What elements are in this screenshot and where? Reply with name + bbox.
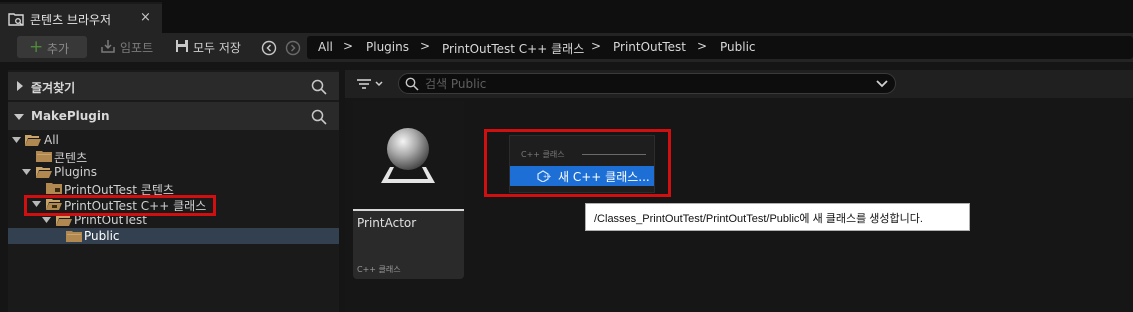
asset-name: PrintActor	[357, 216, 417, 230]
tab-label: 콘텐츠 브라우저	[30, 13, 112, 27]
breadcrumb-item[interactable]: Plugins	[366, 40, 409, 54]
expand-right-icon	[17, 81, 23, 91]
save-icon	[176, 40, 188, 52]
tooltip-text: /Classes_PrintOutTest/PrintOutTest/Publi…	[594, 213, 923, 225]
folder-icon	[36, 151, 52, 162]
highlight-box	[484, 129, 671, 197]
breadcrumb-item[interactable]: Public	[720, 40, 756, 54]
save-all-label: 모두 저장	[193, 41, 241, 55]
tree-item-public[interactable]: Public	[8, 228, 339, 244]
favorites-title: 즐겨찾기	[31, 81, 76, 95]
project-header[interactable]: MakePlugin	[8, 102, 339, 130]
tooltip: /Classes_PrintOutTest/PrintOutTest/Publi…	[585, 203, 970, 231]
tree-item-plugins[interactable]: Plugins	[8, 164, 339, 180]
project-title: MakePlugin	[31, 109, 110, 123]
expand-down-icon	[12, 137, 21, 143]
highlight-box	[24, 195, 216, 216]
breadcrumb-separator: >	[420, 39, 431, 53]
open-folder-icon	[25, 135, 41, 146]
breadcrumb-separator: >	[343, 39, 354, 53]
breadcrumb-item[interactable]: PrintOutTest	[613, 40, 686, 54]
back-arrow-icon[interactable]	[261, 40, 277, 56]
breadcrumb-item[interactable]: All	[318, 40, 333, 54]
expand-down-icon	[42, 217, 51, 223]
folder-icon	[66, 231, 82, 242]
tree-item-plugin-content[interactable]: PrintOutTest 콘텐츠	[8, 180, 339, 197]
asset-tile[interactable]: PrintActor C++ 클래스	[353, 101, 464, 279]
expand-down-icon	[22, 169, 31, 175]
toolbar: + 추가 임포트 모두 저장 All > Plugins > PrintOutT…	[0, 33, 1133, 62]
tab-bar: 콘텐츠 브라우저 ×	[0, 0, 1133, 33]
open-folder-icon	[36, 167, 52, 178]
search-input[interactable]	[425, 75, 855, 92]
filter-icon[interactable]	[355, 76, 387, 92]
search-icon[interactable]	[311, 109, 327, 125]
tree-item-content[interactable]: 콘텐츠	[8, 148, 339, 165]
content-browser-icon	[8, 13, 24, 26]
search-icon	[405, 77, 419, 91]
import-button-label: 임포트	[120, 41, 154, 55]
search-icon[interactable]	[311, 79, 327, 95]
expand-down-icon	[14, 114, 24, 120]
search-box[interactable]	[398, 73, 896, 94]
breadcrumb: All > Plugins > PrintOutTest C++ 클래스 > P…	[307, 36, 1133, 59]
filter-bar	[345, 70, 1133, 98]
close-icon[interactable]: ×	[140, 10, 151, 25]
import-icon	[101, 40, 115, 53]
sources-panel: 즐겨찾기 MakePlugin All 콘텐츠 Plugins PrintOut…	[8, 70, 339, 312]
favorites-header[interactable]: 즐겨찾기	[8, 72, 339, 100]
content-area: PrintActor C++ 클래스 C++ 클래스 ++ 새 C++ 클래스.…	[345, 70, 1133, 312]
chevron-down-icon[interactable]	[876, 79, 888, 89]
asset-type: C++ 클래스	[357, 265, 401, 274]
breadcrumb-separator: >	[697, 39, 708, 53]
breadcrumb-item[interactable]: PrintOutTest C++ 클래스	[442, 40, 584, 57]
tree-item-all[interactable]: All	[8, 132, 339, 148]
actor-icon	[381, 128, 435, 183]
asset-divider	[353, 209, 464, 211]
tree-item-label: All	[44, 133, 59, 147]
asset-thumbnail	[353, 101, 464, 209]
tree-item-label: Public	[84, 229, 120, 243]
breadcrumb-separator: >	[591, 39, 602, 53]
plus-icon: +	[29, 37, 44, 57]
tab-content-browser[interactable]: 콘텐츠 브라우저 ×	[0, 2, 162, 33]
plugin-folder-icon	[46, 183, 62, 194]
tree-item-label: Plugins	[54, 165, 97, 179]
add-button[interactable]: + 추가	[17, 36, 87, 58]
forward-arrow-icon[interactable]	[285, 40, 301, 56]
add-button-label: 추가	[47, 42, 70, 56]
